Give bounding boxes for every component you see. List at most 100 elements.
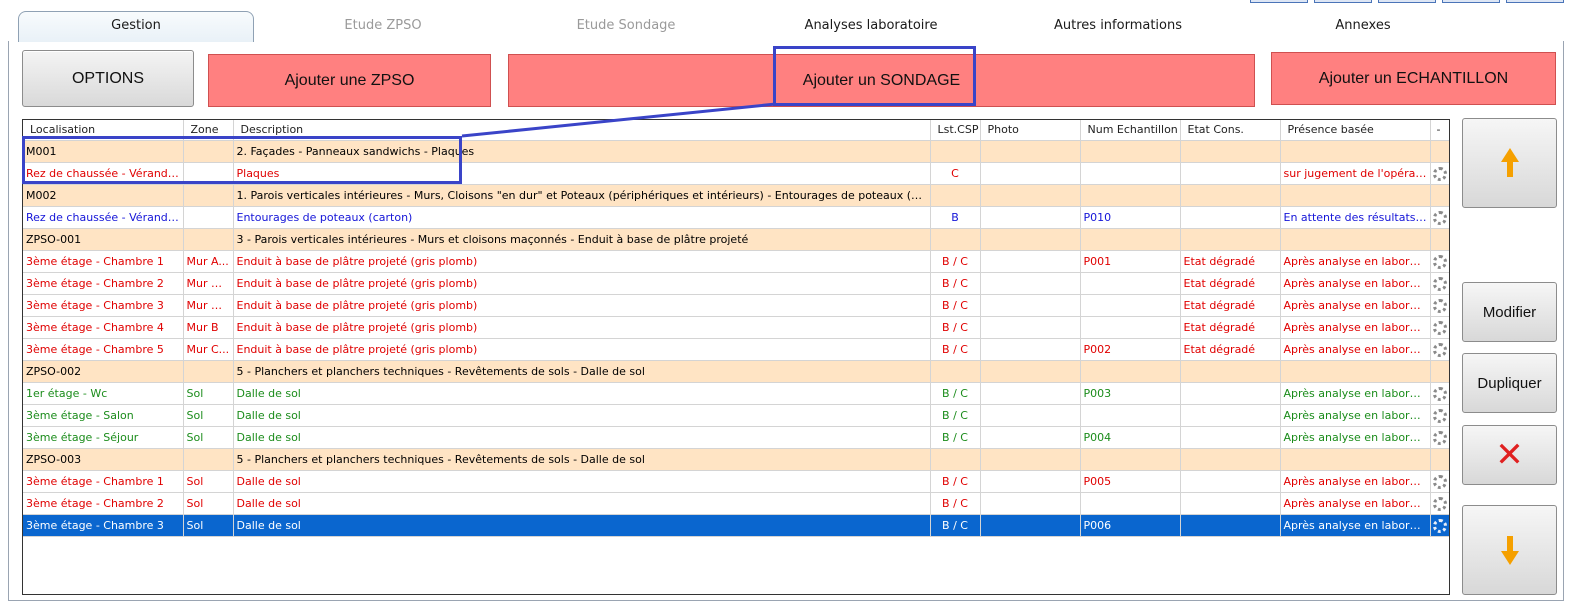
table-row[interactable]: 1er étage - Wc Sol Dalle de sol B / C P003 Ap… [23,382,1449,405]
group-row[interactable]: ZPSO-002 5 - Planchers et planchers techn… [23,360,1449,383]
cell-photo [980,228,1081,251]
add-sondage-button[interactable]: Ajouter un SONDAGE [508,54,1255,107]
cell-actions [1430,162,1449,185]
table-row[interactable]: 3ème étage - Chambre 1 Sol Dalle de sol B /… [23,470,1449,493]
cell-etat-cons [1180,426,1281,449]
table-row[interactable]: Rez de chaussée - Véranda 1 Entourages de… [23,206,1449,229]
cell-zone [183,360,234,383]
cell-num-echantillon [1080,272,1181,295]
tab-etude-sondage[interactable]: Etude Sondage [508,12,744,42]
cell-lst-csp: B / C [930,294,981,317]
table-row[interactable]: 3ème étage - Séjour Sol Dalle de sol B / C P… [23,426,1449,449]
col-zone[interactable]: Zone [183,120,234,141]
gear-icon[interactable] [1433,210,1447,225]
cell-photo [980,206,1081,229]
dupliquer-button[interactable]: Dupliquer [1462,353,1557,413]
gear-icon[interactable] [1433,320,1447,335]
cell-zone [183,162,234,185]
table-row[interactable]: 3ème étage - Chambre 3 Sol Dalle de sol B /… [23,514,1449,537]
options-button[interactable]: OPTIONS [22,50,194,107]
gear-icon[interactable] [1433,430,1447,445]
cell-etat-cons: Etat dégradé [1180,272,1281,295]
cell-photo [980,338,1081,361]
cell-actions [1430,382,1449,405]
table-row[interactable]: 3ème étage - Chambre 2 Mur B;... Enduit à … [23,272,1449,295]
gear-icon[interactable] [1433,386,1447,401]
cell-actions [1430,470,1449,493]
col-description[interactable]: Description [233,120,931,141]
cell-actions [1430,184,1449,207]
col-localisation[interactable]: Localisation [23,120,184,141]
gear-icon[interactable] [1433,496,1447,511]
table-row[interactable]: 3ème étage - Chambre 4 Mur B Enduit à base… [23,316,1449,339]
cell-num-echantillon: P001 [1080,250,1181,273]
tab-etude-zpso[interactable]: Etude ZPSO [268,12,498,42]
tab-analyses-laboratoire[interactable]: Analyses laboratoire [758,12,984,42]
cell-presence-basee: Après analyse en laboratoire [1280,492,1431,515]
modifier-button[interactable]: Modifier [1462,282,1557,342]
cell-photo [980,382,1081,405]
cell-num-echantillon [1080,404,1181,427]
gear-icon[interactable] [1433,276,1447,291]
table-row[interactable]: 3ème étage - Chambre 5 Mur C... Enduit à b… [23,338,1449,361]
cell-localisation: 3ème étage - Chambre 5 [23,338,184,361]
cell-presence-basee: Après analyse en laboratoire [1280,250,1431,273]
cell-lst-csp: B [930,206,981,229]
cell-description: 2. Façades - Panneaux sandwichs - Plaque… [233,140,931,163]
cell-num-echantillon: P003 [1080,382,1181,405]
cell-photo [980,272,1081,295]
tab-autres-informations[interactable]: Autres informations [1008,12,1228,42]
group-row[interactable]: M002 1. Parois verticales intérieures - M… [23,184,1449,207]
gear-icon[interactable] [1433,166,1447,181]
data-grid[interactable]: Localisation Zone Description Lst.CSP Ph… [22,119,1450,595]
table-row[interactable]: Rez de chaussée - Véranda 1 Plaques Csur j… [23,162,1449,185]
cell-presence-basee [1280,228,1431,251]
col-etat-cons[interactable]: Etat Cons. [1180,120,1281,141]
move-down-button[interactable] [1462,505,1557,595]
gear-icon[interactable] [1433,342,1447,357]
cell-photo [980,250,1081,273]
group-row[interactable]: M001 2. Façades - Panneaux sandwichs - Pl… [23,140,1449,163]
cell-presence-basee: Après analyse en laboratoire [1280,514,1431,537]
cell-photo [980,514,1081,537]
add-zpso-button[interactable]: Ajouter une ZPSO [208,54,491,107]
table-row[interactable]: 3ème étage - Chambre 1 Mur A... Enduit à b… [23,250,1449,273]
cell-num-echantillon [1080,316,1181,339]
group-row[interactable]: ZPSO-001 3 - Parois verticales intérieure… [23,228,1449,251]
cell-presence-basee: Après analyse en laboratoire [1280,316,1431,339]
group-row[interactable]: ZPSO-003 5 - Planchers et planchers techn… [23,448,1449,471]
gear-icon[interactable] [1433,518,1447,533]
cell-presence-basee: En attente des résultats d'analyse [1280,206,1431,229]
cell-zone: Sol [183,404,234,427]
gear-icon[interactable] [1433,474,1447,489]
cell-description: 3 - Parois verticales intérieures - Murs… [233,228,931,251]
cell-etat-cons [1180,470,1281,493]
col-lst-csp[interactable]: Lst.CSP [930,120,981,141]
col-presence-basee[interactable]: Présence basée [1280,120,1431,141]
tab-annexes[interactable]: Annexes [1248,12,1478,42]
cell-description: Enduit à base de plâtre projeté (gris pl… [233,272,931,295]
col-photo[interactable]: Photo [980,120,1081,141]
cell-lst-csp [930,184,981,207]
cell-actions [1430,448,1449,471]
delete-button[interactable]: ✕ [1462,425,1557,485]
cell-actions [1430,492,1449,515]
table-row[interactable]: 3ème étage - Chambre 3 Mur B;... Enduit à … [23,294,1449,317]
gear-icon[interactable] [1433,254,1447,269]
cell-lst-csp: B / C [930,382,981,405]
add-echantillon-button[interactable]: Ajouter un ECHANTILLON [1271,52,1556,105]
cell-etat-cons [1180,382,1281,405]
col-num-echantillon[interactable]: Num Echantillon [1080,120,1181,141]
move-up-button[interactable] [1462,118,1557,208]
cell-num-echantillon [1080,492,1181,515]
cell-lst-csp: B / C [930,514,981,537]
gear-icon[interactable] [1433,298,1447,313]
gear-icon[interactable] [1433,408,1447,423]
cell-num-echantillon: P002 [1080,338,1181,361]
cell-localisation: M002 [23,184,184,207]
table-row[interactable]: 3ème étage - Chambre 2 Sol Dalle de sol B /… [23,492,1449,515]
cell-lst-csp [930,448,981,471]
table-row[interactable]: 3ème étage - Salon Sol Dalle de sol B / C Ap… [23,404,1449,427]
tab-gestion[interactable]: Gestion [18,11,254,42]
cell-presence-basee: Après analyse en laboratoire [1280,426,1431,449]
